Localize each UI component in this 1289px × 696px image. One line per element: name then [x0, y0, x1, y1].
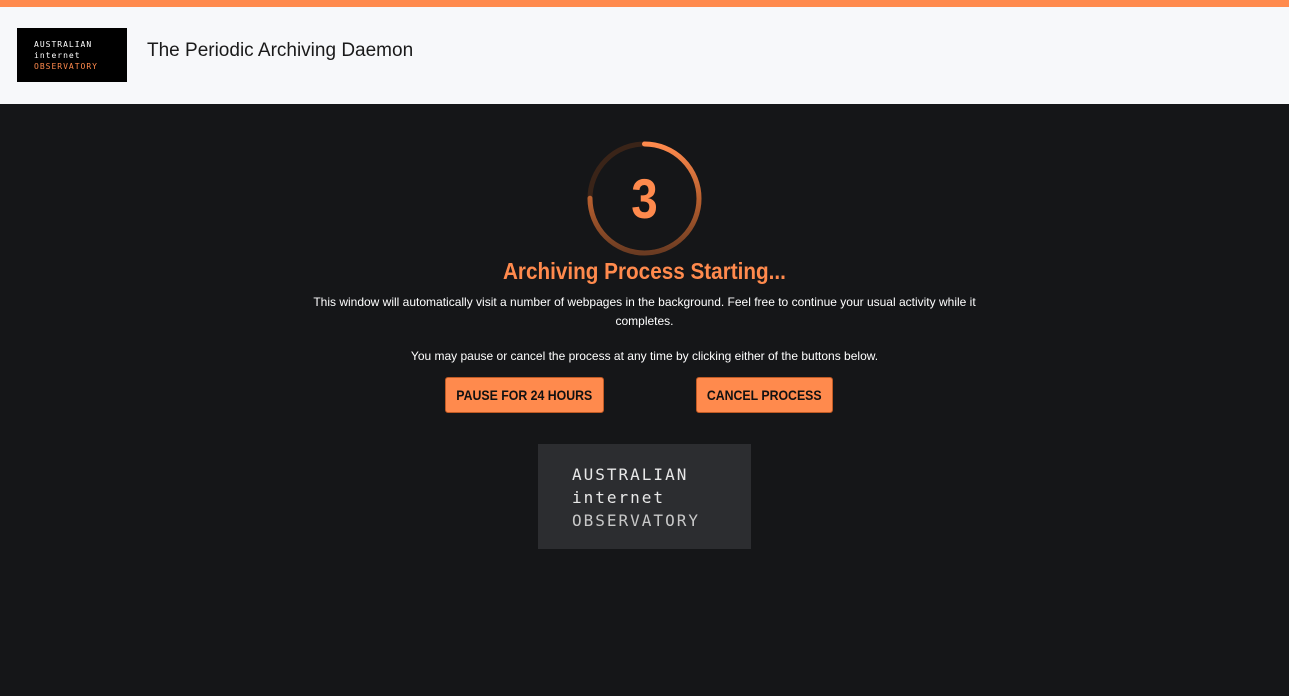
observatory-logo: AUSTRALIAN internet OBSERVATORY [17, 28, 127, 82]
pause-button[interactable]: PAUSE FOR 24 HOURS [445, 377, 604, 413]
main-content: 3 Archiving Process Starting... This win… [0, 104, 1289, 696]
pause-button-label: PAUSE FOR 24 HOURS [456, 387, 593, 403]
description-text: This window will automatically visit a n… [313, 295, 976, 328]
footer-observatory-logo: AUSTRALIAN internet OBSERVATORY [538, 444, 751, 549]
footer-logo-line-3: OBSERVATORY [572, 511, 700, 530]
logo-line-3: OBSERVATORY [34, 62, 98, 71]
countdown-number: 3 [631, 167, 658, 230]
page-title: The Periodic Archiving Daemon [147, 40, 414, 61]
top-accent-strip [0, 0, 1289, 7]
instructions-text: You may pause or cancel the process at a… [410, 349, 879, 363]
countdown-timer: 3 [586, 140, 703, 257]
footer-logo-line-1: AUSTRALIAN [572, 465, 689, 484]
footer-logo-line-2: internet [572, 488, 666, 507]
cancel-button[interactable]: CANCEL PROCESS [696, 377, 833, 413]
cancel-button-label: CANCEL PROCESS [707, 387, 822, 403]
logo-line-1: AUSTRALIAN [34, 40, 93, 49]
logo-line-2: internet [34, 51, 81, 60]
header: AUSTRALIAN internet OBSERVATORY The Peri… [0, 7, 1289, 104]
status-title: Archiving Process Starting... [502, 258, 786, 284]
